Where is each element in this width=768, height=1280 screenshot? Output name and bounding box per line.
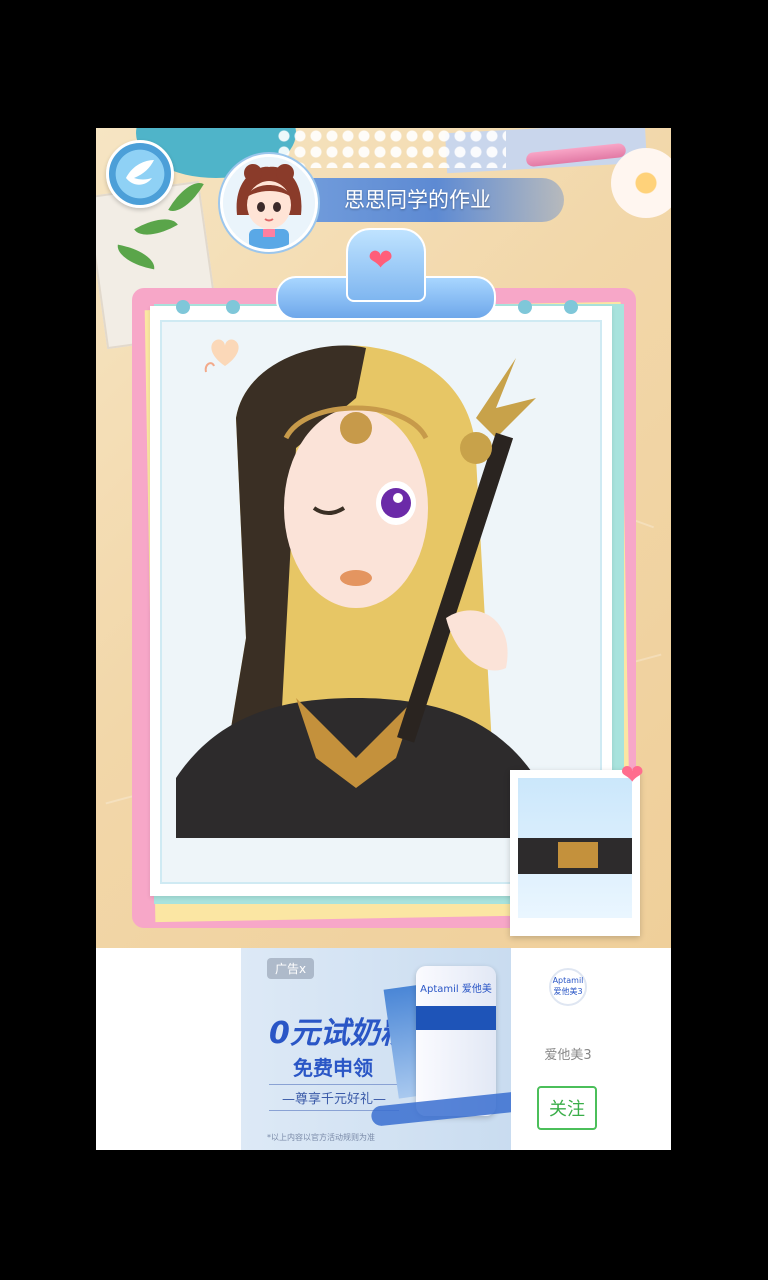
- can-label: Aptamil 爱他美: [420, 984, 492, 995]
- brand-logo[interactable]: Aptamil 爱他美3: [549, 968, 587, 1006]
- thumbnail-portrait-detail: [558, 842, 598, 868]
- ad-fine-print: *以上内容以官方活动规则为准: [267, 1133, 375, 1142]
- ad-image[interactable]: 广告x 0元试奶粉 免费申领 —尊享千元好礼— *以上内容以官方活动规则为准 A…: [241, 948, 511, 1150]
- product-can: Aptamil 爱他美: [416, 966, 496, 1116]
- pearl-decor: [276, 128, 506, 168]
- clip-tab: ❤: [346, 228, 426, 302]
- board-clip: ❤: [276, 228, 496, 320]
- princess-portrait: [176, 345, 536, 838]
- heart-icon: ❤: [368, 243, 394, 278]
- can-band: [416, 1006, 496, 1030]
- back-button[interactable]: [106, 140, 174, 208]
- ad-tag[interactable]: 广告x: [267, 958, 315, 979]
- pin-dot: [518, 300, 532, 314]
- ad-banner-area[interactable]: 广告x 0元试奶粉 免费申领 —尊享千元好礼— *以上内容以官方活动规则为准 A…: [96, 948, 671, 1150]
- flower-decor: [611, 148, 671, 218]
- game-screen: 思思同学的作业 ❤ ❤: [96, 128, 671, 948]
- follow-button[interactable]: 关注: [537, 1086, 597, 1130]
- thumbnail-view: [518, 778, 632, 918]
- pin-dot: [226, 300, 240, 314]
- page-title: 思思同学的作业: [344, 188, 491, 212]
- wing-back-icon: [126, 160, 154, 185]
- heart-icon: ❤: [620, 758, 644, 791]
- portrait-thumbnail[interactable]: ❤: [510, 758, 644, 936]
- ad-subline: 免费申领: [293, 1056, 373, 1080]
- pin-dot: [564, 300, 578, 314]
- pin-dot: [176, 300, 190, 314]
- brand-name: 爱他美3: [544, 1048, 592, 1063]
